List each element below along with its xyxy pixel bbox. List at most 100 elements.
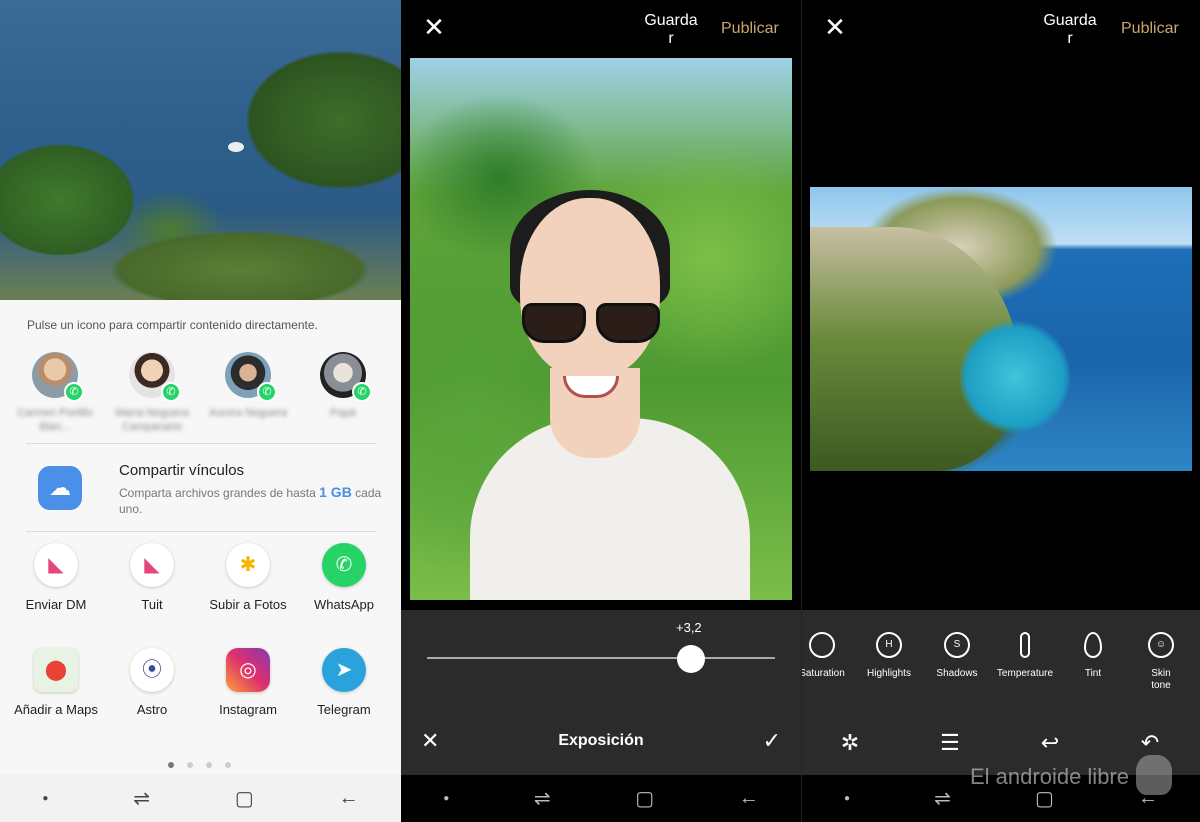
tool-temperature[interactable]: Temperature bbox=[990, 632, 1060, 680]
watermark-text: El androide libre bbox=[970, 764, 1129, 789]
home-icon[interactable]: ▢ bbox=[235, 786, 254, 811]
page-dot bbox=[225, 762, 231, 768]
tools-bar: Saturation H Highlights S Shadows Temper… bbox=[802, 610, 1200, 775]
app-anadir-a-maps[interactable]: ⬤ Añadir a Maps bbox=[8, 648, 104, 717]
recent-apps-icon[interactable]: ⇌ bbox=[133, 786, 150, 811]
app-label: WhatsApp bbox=[314, 597, 374, 612]
android-nav-bar: ● ⇌ ▢ ← bbox=[401, 775, 801, 822]
contact-name: Carmen Portillo Blan... bbox=[17, 407, 93, 433]
whatsapp-badge-icon: ✆ bbox=[257, 382, 277, 402]
save-button[interactable]: Guarda r bbox=[643, 12, 699, 48]
twitter-icon: ◣ bbox=[130, 543, 174, 587]
contact-name: Aurora Noguera bbox=[208, 407, 288, 419]
tool-label: Skin tone bbox=[1151, 668, 1171, 691]
contact-item[interactable]: ✆ María Noguera Campanario bbox=[107, 352, 197, 434]
skin-tone-icon: ☺ bbox=[1148, 632, 1174, 658]
google-photos-icon: ✱ bbox=[226, 543, 270, 587]
telegram-icon: ➤ bbox=[322, 648, 366, 692]
slider-value: +3,2 bbox=[676, 620, 702, 635]
tool-label: Saturation bbox=[801, 668, 845, 679]
boat bbox=[228, 142, 244, 152]
close-icon[interactable]: ✕ bbox=[822, 14, 848, 40]
tool-shadows[interactable]: S Shadows bbox=[922, 632, 992, 680]
divider bbox=[26, 443, 376, 444]
confirm-check-icon[interactable]: ✓ bbox=[763, 728, 781, 754]
contact-name: María Noguera Campanario bbox=[115, 407, 189, 433]
nav-dot-icon[interactable]: ● bbox=[443, 793, 449, 804]
sunglasses-left-lens bbox=[522, 303, 586, 343]
divider bbox=[26, 531, 376, 532]
whatsapp-badge-icon: ✆ bbox=[352, 382, 372, 402]
tools-editor-panel: ✕ Guarda r Publicar Saturation H Highlig… bbox=[801, 0, 1200, 822]
nav-dot-icon[interactable]: ● bbox=[42, 793, 48, 804]
publish-button[interactable]: Publicar bbox=[721, 20, 779, 38]
undo-icon[interactable]: ↩ bbox=[1030, 730, 1070, 756]
whatsapp-icon: ✆ bbox=[322, 543, 366, 587]
tool-skin-tone[interactable]: ☺ Skin tone bbox=[1126, 632, 1196, 692]
exposure-slider-track[interactable] bbox=[427, 657, 775, 659]
app-enviar-dm[interactable]: ◣ Enviar DM bbox=[8, 543, 104, 612]
app-telegram[interactable]: ➤ Telegram bbox=[296, 648, 392, 717]
share-hint: Pulse un icono para compartir contenido … bbox=[27, 318, 318, 332]
tint-icon bbox=[1084, 632, 1102, 658]
photo-bay bbox=[960, 317, 1070, 437]
revert-icon[interactable]: ↶ bbox=[1130, 730, 1170, 756]
save-button[interactable]: Guarda r bbox=[1042, 12, 1098, 48]
photo-subject-face bbox=[520, 198, 660, 378]
edited-photo bbox=[410, 58, 792, 600]
exposure-controls: +3,2 ✕ Exposición ✓ bbox=[401, 610, 801, 775]
tool-highlights[interactable]: H Highlights bbox=[854, 632, 924, 680]
home-icon[interactable]: ▢ bbox=[635, 786, 654, 811]
whatsapp-badge-icon: ✆ bbox=[161, 382, 181, 402]
tool-tint[interactable]: Tint bbox=[1058, 632, 1128, 680]
contact-item[interactable]: ✆ Carmen Portillo Blan... bbox=[10, 352, 100, 434]
app-label: Subir a Fotos bbox=[209, 597, 287, 612]
app-tuit[interactable]: ◣ Tuit bbox=[104, 543, 200, 612]
app-label: Enviar DM bbox=[25, 597, 87, 612]
avatar: ✆ bbox=[32, 352, 84, 402]
share-links-text: Comparta archivos grandes de hasta bbox=[119, 486, 316, 500]
twitter-dm-icon: ◣ bbox=[34, 543, 78, 587]
filters-wheel-icon[interactable]: ✲ bbox=[830, 730, 870, 756]
edited-photo bbox=[810, 187, 1192, 471]
recent-apps-icon[interactable]: ⇌ bbox=[934, 786, 951, 811]
exposure-slider-handle[interactable] bbox=[677, 645, 706, 673]
recent-apps-icon[interactable]: ⇌ bbox=[534, 786, 551, 811]
app-whatsapp[interactable]: ✆ WhatsApp bbox=[296, 543, 392, 612]
nav-dot-icon[interactable]: ● bbox=[844, 793, 850, 804]
page-dot bbox=[187, 762, 193, 768]
instagram-icon: ◎ bbox=[226, 648, 270, 692]
page-dot bbox=[206, 762, 212, 768]
tool-label: Tint bbox=[1084, 668, 1102, 679]
tool-saturation[interactable]: Saturation bbox=[801, 632, 857, 680]
astro-icon: ⦿ bbox=[130, 648, 174, 692]
share-links-title[interactable]: Compartir vínculos bbox=[119, 462, 244, 479]
app-label: Astro bbox=[136, 702, 168, 717]
page-indicator bbox=[168, 755, 244, 773]
contact-item[interactable]: ✆ Aurora Noguera bbox=[203, 352, 293, 420]
highlights-icon: H bbox=[876, 632, 902, 658]
publish-button[interactable]: Publicar bbox=[1121, 20, 1179, 38]
close-icon[interactable]: ✕ bbox=[421, 14, 447, 40]
adjust-sliders-icon[interactable]: ☰ bbox=[930, 730, 970, 756]
contact-item[interactable]: ✆ Papá bbox=[298, 352, 388, 420]
google-maps-icon: ⬤ bbox=[34, 648, 78, 692]
saturation-icon bbox=[809, 632, 835, 658]
app-label: Añadir a Maps bbox=[14, 702, 98, 717]
back-icon[interactable]: ← bbox=[739, 787, 759, 810]
exposure-editor-panel: ✕ Guarda r Publicar +3,2 ✕ Exposición ✓ … bbox=[401, 0, 801, 822]
whatsapp-badge-icon: ✆ bbox=[64, 382, 84, 402]
app-instagram[interactable]: ◎ Instagram bbox=[200, 648, 296, 717]
avatar: ✆ bbox=[225, 352, 277, 402]
cloud-link-icon[interactable]: ☁ bbox=[38, 466, 82, 510]
app-astro[interactable]: ⦿ Astro bbox=[104, 648, 200, 717]
app-subir-a-fotos[interactable]: ✱ Subir a Fotos bbox=[200, 543, 296, 612]
avatar: ✆ bbox=[320, 352, 372, 402]
share-links-size: 1 GB bbox=[319, 484, 352, 500]
back-icon[interactable]: ← bbox=[339, 787, 359, 810]
app-label: Tuit bbox=[141, 597, 163, 612]
shadows-icon: S bbox=[944, 632, 970, 658]
tool-label: Highlights bbox=[867, 668, 911, 679]
sunglasses-right-lens bbox=[596, 303, 660, 343]
temperature-icon bbox=[1020, 632, 1030, 658]
